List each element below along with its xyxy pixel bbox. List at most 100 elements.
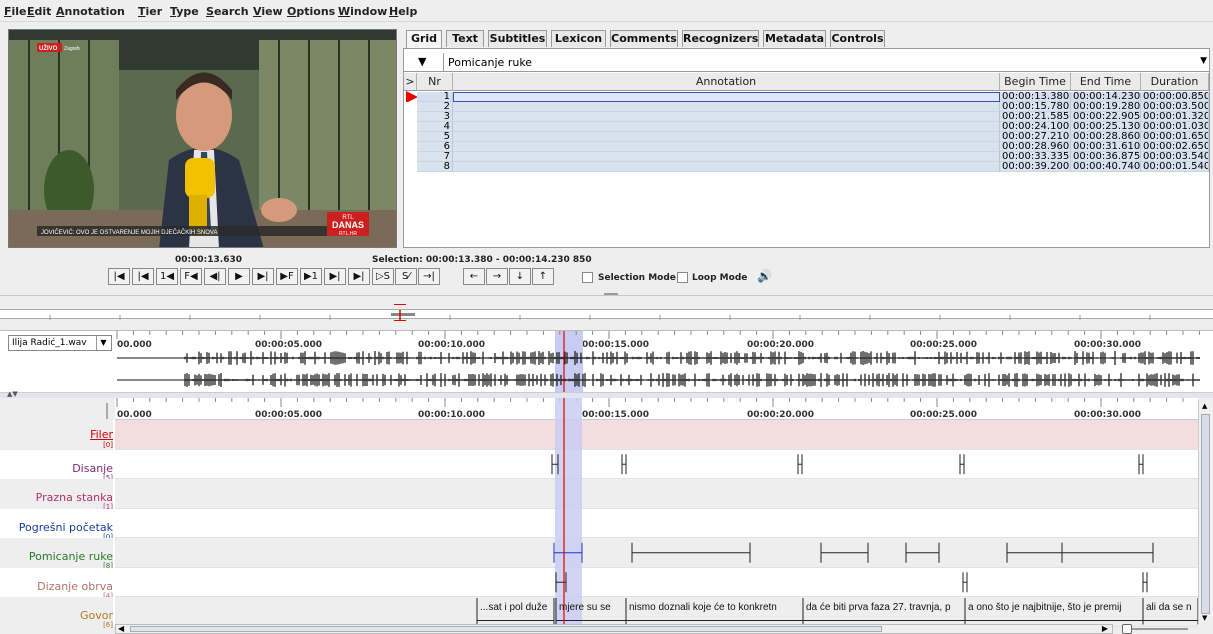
zoom-slider-thumb[interactable]	[1122, 624, 1132, 634]
tab-controls[interactable]: Controls	[830, 30, 885, 47]
playback-button-7[interactable]: ▶|	[252, 268, 274, 285]
cell-duration[interactable]: 00:00:03.540	[1141, 152, 1209, 162]
tier-label-prazna-stanka[interactable]: Prazna stanka [1]	[0, 479, 113, 511]
volume-icon[interactable]: 🔊	[757, 269, 772, 283]
vertical-scroll-thumb[interactable]	[1201, 414, 1210, 614]
annotation-grid[interactable]: ▼ Pomicanje ruke ▼ > Nr Annotation Begin Ti…	[403, 48, 1210, 248]
cell-duration[interactable]: 00:00:00.850	[1141, 92, 1209, 102]
column-header-annotation[interactable]: Annotation	[453, 73, 1000, 91]
cell-annotation[interactable]	[453, 92, 1000, 102]
table-row[interactable]: 8 00:00:39.200 00:00:40.740 00:00:01.540	[404, 162, 1209, 172]
menu-file[interactable]: File	[4, 5, 27, 18]
menu-edit[interactable]: Edit	[27, 5, 51, 18]
menu-type[interactable]: Type	[170, 5, 199, 18]
cell-duration[interactable]: 00:00:01.030	[1141, 122, 1209, 132]
tier-dropdown-arrow-icon[interactable]: ▼	[418, 55, 426, 68]
cell-annotation[interactable]	[453, 162, 1000, 172]
timeline-panel[interactable]: Filer [0] Disanje [5] Prazna stanka [1] Pogreš…	[0, 398, 1213, 634]
selection-button-2[interactable]: S⁄	[395, 268, 417, 285]
cell-duration[interactable]: 00:00:03.500	[1141, 102, 1209, 112]
selection-button-1[interactable]: ▷S	[372, 268, 394, 285]
cell-end[interactable]: 00:00:36.875	[1071, 152, 1141, 162]
splitter-grip-icon[interactable]	[604, 293, 618, 295]
menu-tier[interactable]: Tier	[138, 5, 162, 18]
table-row[interactable]: 7 00:00:33.335 00:00:36.875 00:00:03.540	[404, 152, 1209, 162]
menu-options[interactable]: Options	[287, 5, 335, 18]
playback-button-4[interactable]: F◀	[180, 268, 202, 285]
nav-button-1[interactable]: ←	[463, 268, 485, 285]
playback-button-5[interactable]: ◀|	[204, 268, 226, 285]
playback-button-2[interactable]: |◀	[132, 268, 154, 285]
cell-end[interactable]: 00:00:14.230	[1071, 92, 1141, 102]
cell-nr[interactable]: 4	[417, 122, 453, 132]
table-row[interactable]: 4 00:00:24.100 00:00:25.130 00:00:01.030	[404, 122, 1209, 132]
cell-annotation[interactable]	[453, 122, 1000, 132]
cell-duration[interactable]: 00:00:02.650	[1141, 142, 1209, 152]
cell-duration[interactable]: 00:00:01.540	[1141, 162, 1209, 172]
video-viewer[interactable]: JOVIČEVIĆ: OVO JE OSTVARENJE MOJIH DJEČA…	[8, 29, 397, 248]
playback-button-9[interactable]: ▶1	[300, 268, 322, 285]
cell-end[interactable]: 00:00:28.860	[1071, 132, 1141, 142]
table-row[interactable]: 3 00:00:21.585 00:00:22.905 00:00:01.320	[404, 112, 1209, 122]
tier-selector[interactable]: ▼ Pomicanje ruke ▼	[404, 53, 1209, 72]
playback-button-8[interactable]: ▶F	[276, 268, 298, 285]
column-header-nr[interactable]: Nr	[417, 73, 453, 91]
playback-button-1[interactable]: |◀	[108, 268, 130, 285]
zoom-slider[interactable]	[1120, 624, 1190, 634]
horizontal-scroll-thumb[interactable]	[130, 626, 882, 632]
playback-button-6[interactable]: ▶	[228, 268, 250, 285]
cell-begin[interactable]: 00:00:15.780	[1000, 102, 1071, 112]
cell-nr[interactable]: 8	[417, 162, 453, 172]
nav-button-4[interactable]: ↑	[532, 268, 554, 285]
cell-end[interactable]: 00:00:22.905	[1071, 112, 1141, 122]
cell-nr[interactable]: 3	[417, 112, 453, 122]
scroll-up-icon[interactable]: ▲	[1202, 402, 1207, 410]
scroll-right-icon[interactable]: ▶	[1102, 624, 1108, 633]
table-row[interactable]: 6 00:00:28.960 00:00:31.610 00:00:02.650	[404, 142, 1209, 152]
nav-button-3[interactable]: ↓	[509, 268, 531, 285]
cell-begin[interactable]: 00:00:27.210	[1000, 132, 1071, 142]
tier-label-disanje[interactable]: Disanje [5]	[0, 449, 113, 482]
loop-mode-checkbox[interactable]	[677, 272, 688, 283]
tab-recognizers[interactable]: Recognizers	[682, 30, 759, 47]
tier-label-filer[interactable]: Filer [0]	[0, 420, 113, 450]
cell-end[interactable]: 00:00:19.280	[1071, 102, 1141, 112]
column-header-duration[interactable]: Duration	[1141, 73, 1209, 91]
tab-subtitles[interactable]: Subtitles	[488, 30, 547, 47]
cell-nr[interactable]: 2	[417, 102, 453, 112]
tab-lexicon[interactable]: Lexicon	[551, 30, 606, 47]
cell-end[interactable]: 00:00:40.740	[1071, 162, 1141, 172]
splitter[interactable]	[0, 295, 1213, 296]
cell-begin[interactable]: 00:00:39.200	[1000, 162, 1071, 172]
cell-begin[interactable]: 00:00:24.100	[1000, 122, 1071, 132]
table-row[interactable]: 1 00:00:13.380 00:00:14.230 00:00:00.850	[404, 91, 1209, 103]
menu-view[interactable]: View	[253, 5, 283, 18]
menu-search[interactable]: Search	[206, 5, 249, 18]
cell-begin[interactable]: 00:00:13.380	[1000, 92, 1071, 102]
cell-begin[interactable]: 00:00:33.335	[1000, 152, 1071, 162]
column-header-begin-time[interactable]: Begin Time	[1000, 73, 1071, 91]
column-header-end-time[interactable]: End Time	[1071, 73, 1141, 91]
cell-nr[interactable]: 5	[417, 132, 453, 142]
tab-comments[interactable]: Comments	[610, 30, 678, 47]
selection-mode-checkbox[interactable]	[582, 272, 593, 283]
cell-annotation[interactable]	[453, 102, 1000, 112]
cell-duration[interactable]: 00:00:01.650	[1141, 132, 1209, 142]
tier-label-govor[interactable]: Govor [6]	[0, 597, 113, 629]
tab-text[interactable]: Text	[446, 30, 484, 47]
tab-grid[interactable]: Grid	[406, 30, 442, 48]
table-row[interactable]: 5 00:00:27.210 00:00:28.860 00:00:01.650	[404, 132, 1209, 142]
timeline-vertical-scrollbar[interactable]: ▲ ▼	[1198, 400, 1212, 624]
menu-help[interactable]: Help	[389, 5, 417, 18]
selection-button-3[interactable]: →|	[418, 268, 440, 285]
cell-annotation[interactable]	[453, 132, 1000, 142]
cell-nr[interactable]: 1	[417, 92, 453, 102]
cell-begin[interactable]: 00:00:28.960	[1000, 142, 1071, 152]
playback-button-3[interactable]: 1◀	[156, 268, 178, 285]
tier-label-pomicanje-ruke[interactable]: Pomicanje ruke [8]	[0, 538, 113, 570]
cell-end[interactable]: 00:00:31.610	[1071, 142, 1141, 152]
waveform-zoom-icon[interactable]: ▲▼	[7, 390, 18, 398]
cell-end[interactable]: 00:00:25.130	[1071, 122, 1141, 132]
tier-selector-chevron-icon[interactable]: ▼	[1200, 56, 1207, 66]
cell-annotation[interactable]	[453, 142, 1000, 152]
